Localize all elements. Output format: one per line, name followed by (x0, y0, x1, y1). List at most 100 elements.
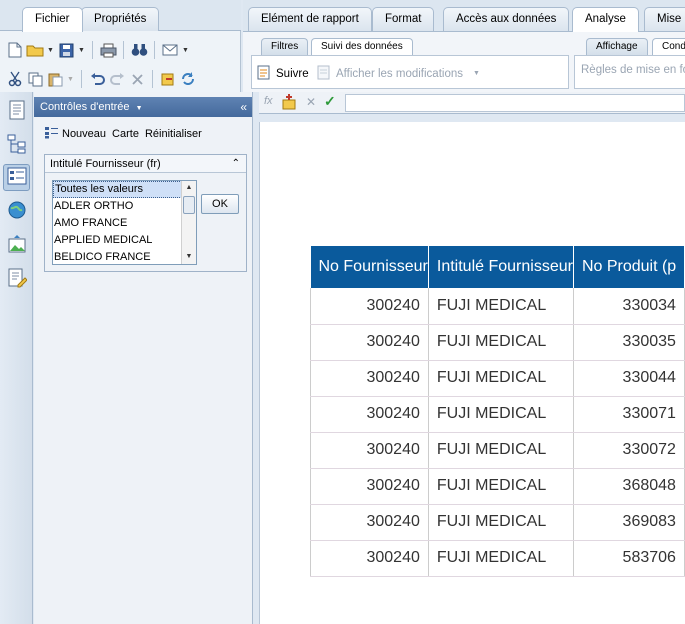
chevron-down-icon[interactable]: ▼ (66, 76, 75, 83)
list-item[interactable]: BELDICO FRANCE (53, 249, 196, 264)
scroll-down-icon[interactable]: ▼ (182, 250, 196, 264)
list-item[interactable]: ADLER ORTHO (53, 198, 196, 215)
table-cell[interactable]: 300240 (310, 468, 429, 505)
table-row[interactable]: 300240 FUJI MEDICAL 583706 (310, 540, 685, 577)
scroll-thumb[interactable] (183, 196, 195, 214)
ok-button[interactable]: OK (201, 194, 239, 214)
table-cell[interactable]: FUJI MEDICAL (428, 288, 574, 325)
table-cell[interactable]: FUJI MEDICAL (428, 432, 574, 469)
table-row[interactable]: 300240 FUJI MEDICAL 330071 (310, 396, 685, 433)
save-icon[interactable] (57, 41, 75, 59)
table-cell[interactable]: FUJI MEDICAL (428, 540, 574, 577)
delete-icon[interactable] (128, 70, 146, 88)
cut-icon[interactable] (6, 70, 24, 88)
redo-icon[interactable] (108, 70, 126, 88)
carte-button[interactable]: Carte (112, 128, 139, 140)
rail-document-structure[interactable] (3, 98, 30, 125)
table-cell[interactable]: 300240 (310, 360, 429, 397)
panel-actions: Nouveau Carte Réinitialiser (44, 126, 202, 142)
formula-bar: fx ✕ ✓ (259, 92, 685, 114)
afficher-modifications-button[interactable]: Afficher les modifications ▼ (316, 64, 480, 83)
tab-element-de-rapport[interactable]: Elément de rapport (248, 7, 372, 31)
chevron-down-icon[interactable]: ▼ (181, 47, 190, 54)
list-item[interactable]: APPLIED MEDICAL (53, 232, 196, 249)
table-cell[interactable]: FUJI MEDICAL (428, 468, 574, 505)
tab-format[interactable]: Format (372, 7, 435, 31)
table-row[interactable]: 300240 FUJI MEDICAL 368048 (310, 468, 685, 505)
nouveau-button[interactable]: Nouveau (44, 126, 106, 142)
tab-acces-aux-donnees[interactable]: Accès aux données (443, 7, 570, 31)
suivre-button[interactable]: Suivre (256, 64, 309, 83)
tab-analyse[interactable]: Analyse (572, 7, 639, 32)
table-cell[interactable]: 583706 (573, 540, 685, 577)
table-cell[interactable]: 300240 (310, 540, 429, 577)
table-row[interactable]: 300240 FUJI MEDICAL 330044 (310, 360, 685, 397)
panel-header[interactable]: Contrôles d'entrée ▼ « (34, 97, 252, 117)
list-item[interactable]: AMO FRANCE (53, 215, 196, 232)
binoculars-icon[interactable] (130, 41, 148, 59)
table-cell[interactable]: 300240 (310, 288, 429, 325)
rail-edit-document[interactable] (3, 266, 30, 293)
table-row[interactable]: 300240 FUJI MEDICAL 330072 (310, 432, 685, 469)
format-painter-icon[interactable] (159, 70, 177, 88)
listbox-scrollbar[interactable]: ▲ ▼ (181, 181, 196, 264)
mail-icon[interactable] (161, 41, 179, 59)
tab-fichier[interactable]: Fichier (22, 7, 83, 32)
table-cell[interactable]: 300240 (310, 504, 429, 541)
table-cell[interactable]: 330034 (573, 288, 685, 325)
undo-icon[interactable] (88, 70, 106, 88)
column-header-no-produit[interactable]: No Produit (p (573, 246, 685, 288)
subtab-conditionnel[interactable]: Cond (652, 38, 685, 55)
fournisseur-listbox[interactable]: Toutes les valeurs ADLER ORTHO AMO FRANCE A… (52, 180, 197, 265)
table-cell[interactable]: 330071 (573, 396, 685, 433)
subtab-affichage[interactable]: Affichage (586, 38, 648, 55)
table-cell[interactable]: FUJI MEDICAL (428, 324, 574, 361)
table-cell[interactable]: FUJI MEDICAL (428, 360, 574, 397)
new-document-icon[interactable] (6, 41, 24, 59)
subtab-suivi-des-donnees[interactable]: Suivi des données (311, 38, 413, 55)
table-cell[interactable]: 369083 (573, 504, 685, 541)
tab-proprietes[interactable]: Propriétés (81, 7, 160, 31)
table-cell[interactable]: 300240 (310, 396, 429, 433)
table-cell[interactable]: 300240 (310, 432, 429, 469)
table-cell[interactable]: FUJI MEDICAL (428, 396, 574, 433)
chevron-down-icon[interactable]: ▼ (136, 105, 143, 112)
table-cell[interactable]: 330072 (573, 432, 685, 469)
subtab-filtres[interactable]: Filtres (261, 38, 309, 55)
table-cell[interactable]: FUJI MEDICAL (428, 504, 574, 541)
table-cell[interactable]: 368048 (573, 468, 685, 505)
scroll-up-icon[interactable]: ▲ (182, 181, 196, 195)
table-row[interactable]: 300240 FUJI MEDICAL 330035 (310, 324, 685, 361)
list-item[interactable]: Toutes les valeurs (53, 181, 196, 198)
column-header-no-fournisseur[interactable]: No Fournisseur (310, 246, 429, 288)
rail-input-controls[interactable] (3, 164, 30, 191)
rail-data-picture[interactable] (3, 232, 30, 259)
table-row[interactable]: 300240 FUJI MEDICAL 330034 (310, 288, 685, 325)
chevron-up-icon[interactable]: ⌃ (232, 155, 240, 173)
fx-icon[interactable]: fx (264, 95, 273, 107)
chevron-down-icon[interactable]: ▼ (473, 70, 480, 77)
open-folder-icon[interactable] (26, 41, 44, 59)
formula-input[interactable] (345, 94, 685, 112)
table-row[interactable]: 300240 FUJI MEDICAL 369083 (310, 504, 685, 541)
variable-editor-icon[interactable] (281, 94, 299, 113)
column-header-intitule-fournisseur[interactable]: Intitulé Fournisseur (428, 246, 574, 288)
rail-web-service[interactable] (3, 198, 30, 225)
validate-formula-icon[interactable]: ✓ (324, 93, 336, 110)
table-cell[interactable]: 300240 (310, 324, 429, 361)
chevron-down-icon[interactable]: ▼ (46, 47, 55, 54)
refresh-icon[interactable] (179, 70, 197, 88)
rail-navigation-map[interactable] (3, 132, 30, 159)
print-icon[interactable] (99, 41, 117, 59)
reinitialiser-button[interactable]: Réinitialiser (145, 128, 202, 140)
copy-icon[interactable] (26, 70, 44, 88)
table-cell[interactable]: 330035 (573, 324, 685, 361)
tab-mise-en-page[interactable]: Mise e (644, 7, 685, 31)
regles-mise-en-forme-button[interactable]: Règles de mise en fo (581, 64, 685, 76)
paste-icon[interactable] (46, 70, 64, 88)
report-table[interactable]: No Fournisseur Intitulé Fournisseur No P… (310, 246, 685, 577)
cancel-formula-icon[interactable]: ✕ (306, 95, 316, 109)
collapse-panel-icon[interactable]: « (240, 97, 247, 117)
table-cell[interactable]: 330044 (573, 360, 685, 397)
chevron-down-icon[interactable]: ▼ (77, 47, 86, 54)
